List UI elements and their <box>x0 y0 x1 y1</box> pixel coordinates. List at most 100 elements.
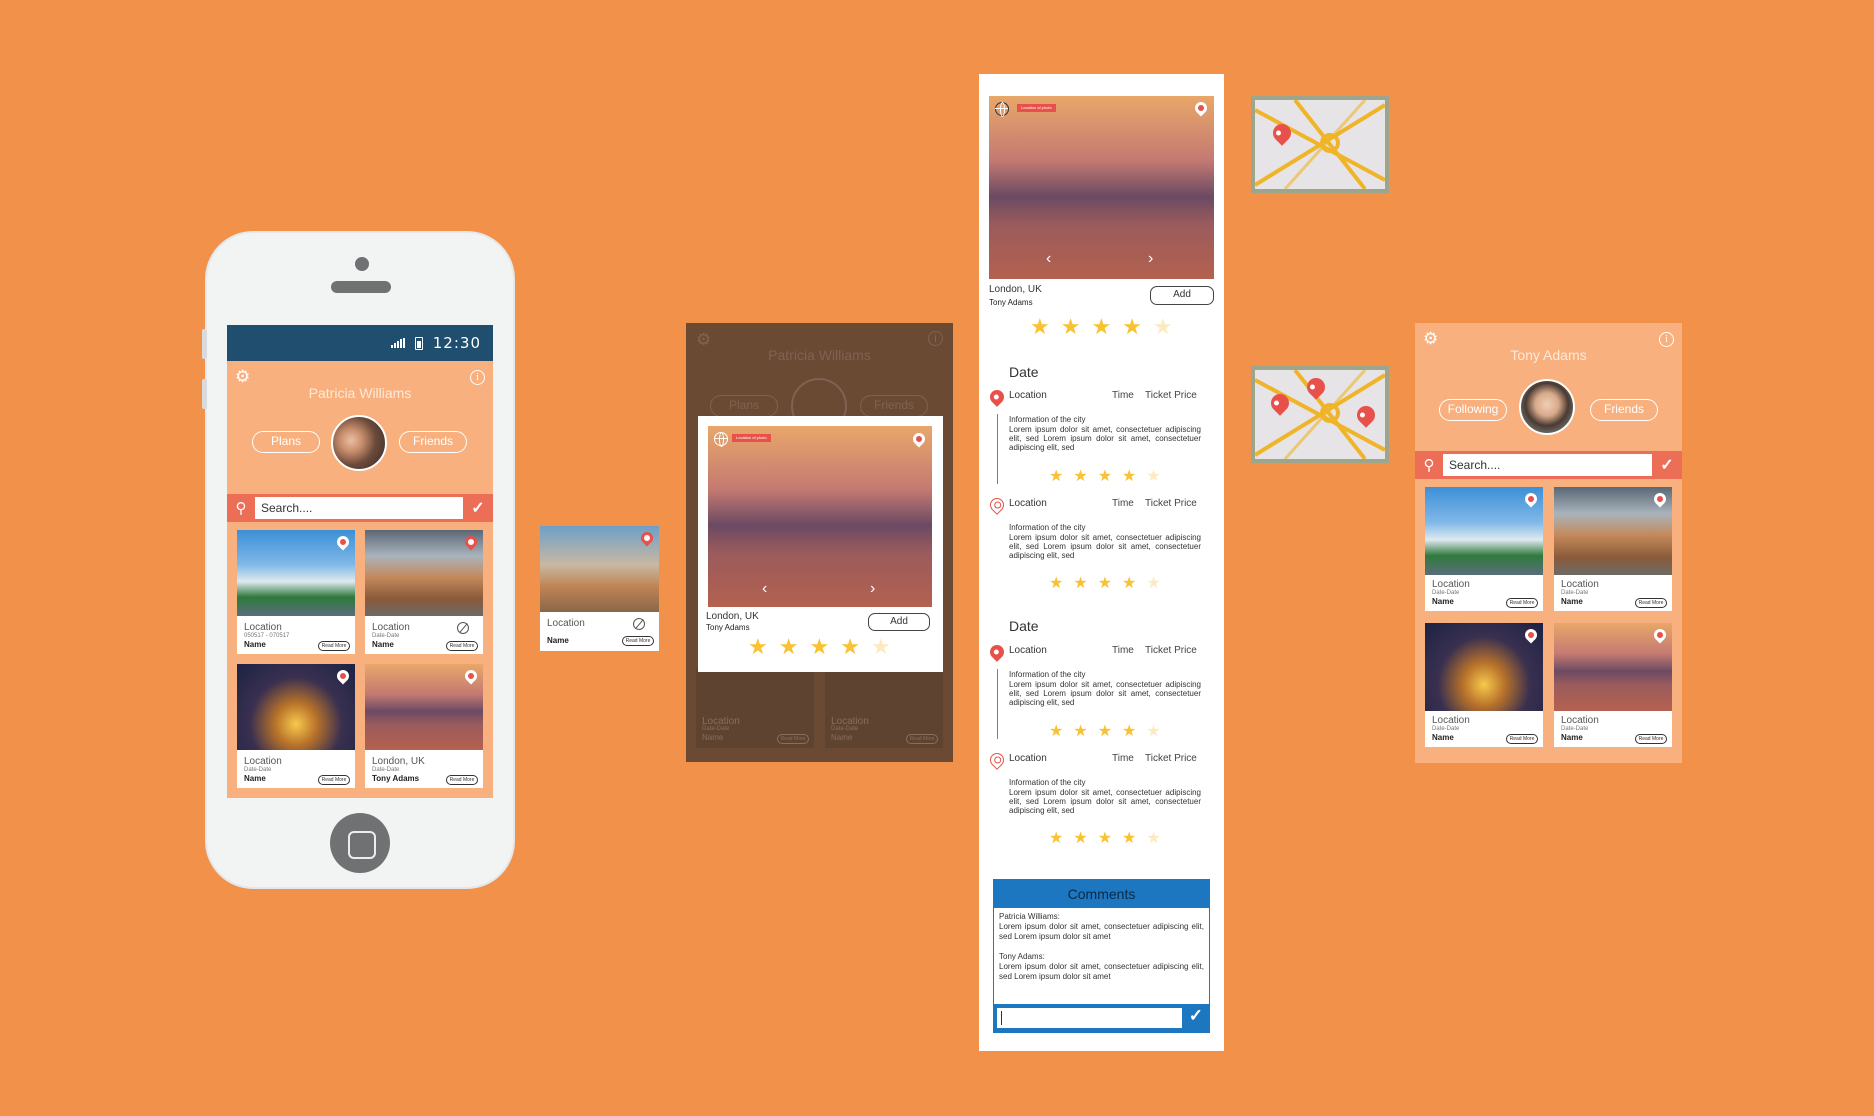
info-icon[interactable]: i <box>470 370 485 385</box>
star-icon[interactable]: ★ <box>1073 466 1087 486</box>
location-pin-icon[interactable] <box>987 642 1007 662</box>
search-input[interactable]: Search.... <box>1443 454 1652 476</box>
location-pin-outline-icon[interactable] <box>987 750 1007 770</box>
star-icon[interactable]: ★ <box>809 634 829 660</box>
ghost-card-name: Name <box>831 733 853 742</box>
location-pin-outline-icon[interactable] <box>987 495 1007 515</box>
friends-button[interactable]: Friends <box>1590 399 1658 421</box>
read-more-button[interactable]: Read More <box>318 641 350 651</box>
following-button[interactable]: Following <box>1439 399 1507 421</box>
comment-input[interactable] <box>997 1008 1182 1028</box>
map-thumbnail[interactable] <box>1251 96 1389 193</box>
row-description: Lorem ipsum dolor sit amet, consectetuer… <box>1009 425 1201 452</box>
card-title: Location <box>1432 715 1470 726</box>
prev-arrow-icon[interactable]: ‹ <box>1046 250 1051 268</box>
row-ticket-price: Ticket Price <box>1145 390 1197 401</box>
plan-card[interactable]: Location Date-Date Name Read More <box>365 530 483 654</box>
star-icon[interactable]: ★ <box>1073 573 1087 593</box>
read-more-button[interactable]: Read More <box>1635 734 1667 744</box>
plan-card[interactable]: Location 050517 - 070517 Name Read More <box>237 530 355 654</box>
comments-panel: Comments Patricia Williams: Lorem ipsum … <box>993 879 1210 1033</box>
add-button[interactable]: Add <box>868 613 930 631</box>
globe-icon[interactable] <box>714 432 728 447</box>
read-more-button[interactable]: Read More <box>1506 598 1538 608</box>
star-icon[interactable]: ★ <box>1061 314 1081 340</box>
star-icon[interactable]: ★ <box>748 634 768 660</box>
globe-icon[interactable] <box>995 102 1009 117</box>
star-icon[interactable]: ★ <box>1122 573 1136 593</box>
friend-profile-screen: ⚙ i Tony Adams Following Friends ⚲ Searc… <box>1415 323 1682 763</box>
row-rating-stars[interactable]: ★ ★ ★ ★ ★ <box>1049 721 1161 741</box>
star-icon[interactable]: ★ <box>1049 466 1063 486</box>
map-graphic <box>1255 100 1385 189</box>
star-icon[interactable]: ★ <box>1030 314 1050 340</box>
read-more-button[interactable]: Read More <box>318 775 350 785</box>
prev-arrow-icon[interactable]: ‹ <box>762 580 767 598</box>
avatar[interactable] <box>1519 379 1575 435</box>
star-icon[interactable]: ★ <box>1049 828 1063 848</box>
star-icon[interactable]: ★ <box>1049 721 1063 741</box>
star-icon[interactable]: ★ <box>1098 573 1112 593</box>
search-icon[interactable]: ⚲ <box>227 499 255 517</box>
star-icon[interactable]: ★ <box>779 634 799 660</box>
info-icon[interactable]: i <box>1659 332 1674 347</box>
search-input[interactable]: Search.... <box>255 497 463 519</box>
read-more-button[interactable]: Read More <box>446 641 478 651</box>
read-more-button[interactable]: Read More <box>446 775 478 785</box>
rating-stars[interactable]: ★ ★ ★ ★ ★ <box>1030 314 1173 340</box>
row-rating-stars[interactable]: ★ ★ ★ ★ ★ <box>1049 828 1161 848</box>
row-rating-stars[interactable]: ★ ★ ★ ★ ★ <box>1049 573 1161 593</box>
read-more-button[interactable]: Read More <box>1506 734 1538 744</box>
add-button[interactable]: Add <box>1150 286 1214 305</box>
status-time: 12:30 <box>432 334 481 352</box>
phone-home-button[interactable] <box>330 813 390 873</box>
friends-button[interactable]: Friends <box>399 431 467 453</box>
search-icon[interactable]: ⚲ <box>1415 456 1443 474</box>
battery-icon <box>414 336 423 350</box>
star-icon[interactable]: ★ <box>1098 721 1112 741</box>
star-icon[interactable]: ★ <box>1049 573 1063 593</box>
gear-icon[interactable]: ⚙ <box>235 368 251 385</box>
profile-header: ⚙ i Patricia Williams Plans Friends <box>227 361 493 494</box>
star-icon[interactable]: ★ <box>1098 466 1112 486</box>
plans-button[interactable]: Plans <box>252 431 320 453</box>
next-arrow-icon[interactable]: › <box>870 580 875 598</box>
star-icon[interactable]: ★ <box>1146 573 1160 593</box>
star-icon[interactable]: ★ <box>1153 314 1173 340</box>
star-icon[interactable]: ★ <box>1091 314 1111 340</box>
star-icon[interactable]: ★ <box>1122 314 1142 340</box>
location-pin-icon[interactable] <box>987 387 1007 407</box>
star-icon[interactable]: ★ <box>1073 828 1087 848</box>
next-arrow-icon[interactable]: › <box>1148 250 1153 268</box>
plan-card[interactable]: Location Date-Date Name Read More <box>1425 623 1543 747</box>
gear-icon[interactable]: ⚙ <box>1423 330 1439 347</box>
star-icon[interactable]: ★ <box>1122 828 1136 848</box>
search-bar: ⚲ Search.... ✓ <box>227 494 493 522</box>
plan-card[interactable]: Location Date-Date Name Read More <box>1425 487 1543 611</box>
star-icon[interactable]: ★ <box>871 634 891 660</box>
star-icon[interactable]: ★ <box>1122 721 1136 741</box>
star-icon[interactable]: ★ <box>1146 721 1160 741</box>
confirm-check-icon[interactable]: ✓ <box>1652 455 1682 475</box>
rating-stars[interactable]: ★ ★ ★ ★ ★ <box>748 634 891 660</box>
star-icon[interactable]: ★ <box>1098 828 1112 848</box>
avatar[interactable] <box>331 415 387 471</box>
standalone-card[interactable]: Location Name Read More <box>540 526 659 651</box>
read-more-button[interactable]: Read More <box>1635 598 1667 608</box>
plan-card[interactable]: London, UK Date-Date Tony Adams Read Mor… <box>365 664 483 788</box>
send-check-icon[interactable]: ✓ <box>1189 1006 1203 1026</box>
row-description: Lorem ipsum dolor sit amet, consectetuer… <box>1009 533 1201 560</box>
plan-card[interactable]: Location Date-Date Name Read More <box>237 664 355 788</box>
star-icon[interactable]: ★ <box>840 634 860 660</box>
star-icon[interactable]: ★ <box>1146 466 1160 486</box>
plan-card[interactable]: Location Date-Date Name Read More <box>1554 623 1672 747</box>
star-icon[interactable]: ★ <box>1073 721 1087 741</box>
plan-card[interactable]: Location Date-Date Name Read More <box>1554 487 1672 611</box>
comment-text: Lorem ipsum dolor sit amet, consectetuer… <box>999 962 1204 981</box>
star-icon[interactable]: ★ <box>1146 828 1160 848</box>
read-more-button[interactable]: Read More <box>622 636 654 646</box>
map-thumbnail[interactable] <box>1251 366 1389 463</box>
row-rating-stars[interactable]: ★ ★ ★ ★ ★ <box>1049 466 1161 486</box>
star-icon[interactable]: ★ <box>1122 466 1136 486</box>
confirm-check-icon[interactable]: ✓ <box>463 498 493 518</box>
